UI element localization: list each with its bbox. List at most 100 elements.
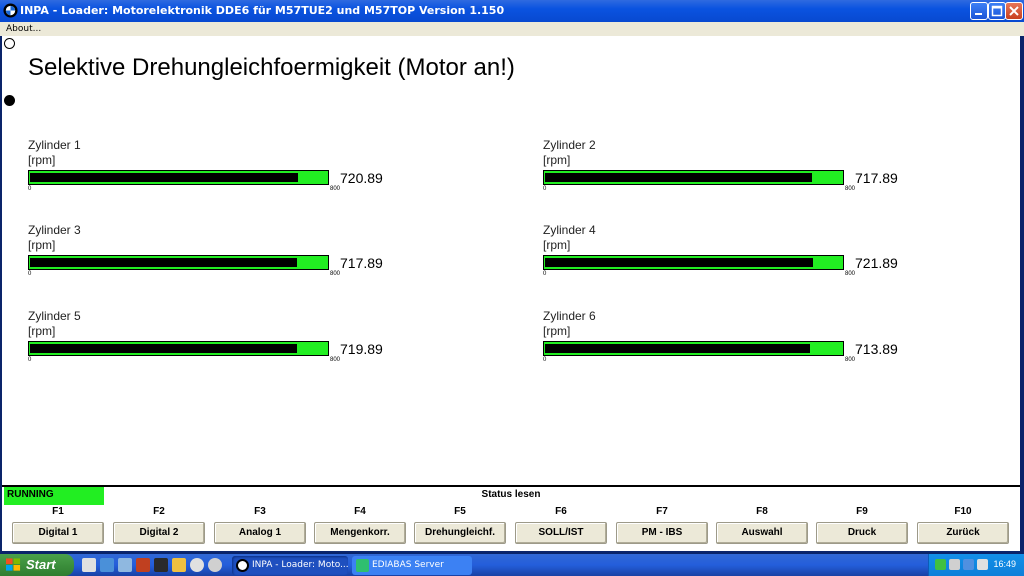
- quicklaunch-bmw-icon[interactable]: [190, 558, 204, 572]
- task-inpa[interactable]: INPA - Loader: Moto...: [232, 556, 348, 575]
- close-button[interactable]: [1005, 2, 1023, 20]
- cylinder-unit: [rpm]: [543, 238, 571, 252]
- quicklaunch-folder-icon[interactable]: [172, 558, 186, 572]
- window-title: INPA - Loader: Motorelektronik DDE6 für …: [20, 4, 505, 17]
- gauge-min-label: 0: [28, 357, 32, 363]
- cylinder-value: 717.89: [855, 170, 898, 186]
- gauge-bar: [543, 255, 844, 270]
- ediabas-icon: [356, 559, 369, 572]
- fkey-label-f1: F1: [52, 506, 64, 517]
- gauge-max-label: 800: [845, 357, 856, 363]
- cylinder-value: 720.89: [340, 170, 383, 186]
- filled-indicator-circle: [4, 95, 15, 106]
- start-label: Start: [26, 557, 56, 572]
- quicklaunch-bmw2-icon[interactable]: [208, 558, 222, 572]
- gauge-bar: [543, 341, 844, 356]
- taskbar: Start INPA - Loader: Moto... EDIABAS Ser…: [0, 554, 1024, 576]
- bmw-logo-icon: [3, 3, 18, 18]
- gauge-fill: [30, 173, 298, 182]
- cylinder-label: Zylinder 2: [543, 138, 596, 152]
- fkey-label-f4: F4: [354, 506, 366, 517]
- inpa-window: INPA - Loader: Motorelektronik DDE6 für …: [0, 0, 1024, 554]
- maximize-icon: [991, 5, 1003, 17]
- display-icon[interactable]: [963, 559, 974, 570]
- network-icon[interactable]: [935, 559, 946, 570]
- cylinder-unit: [rpm]: [543, 153, 571, 167]
- menu-bar: About...: [0, 22, 1024, 36]
- gauge-fill: [545, 258, 813, 267]
- task-ediabas-label: EDIABAS Server: [372, 560, 444, 570]
- cylinder-label: Zylinder 5: [28, 309, 81, 323]
- quicklaunch-app-icon[interactable]: [154, 558, 168, 572]
- gauge-max-label: 800: [845, 186, 856, 192]
- menu-about[interactable]: About...: [6, 24, 41, 34]
- drehungleichf-button[interactable]: Drehungleichf.: [414, 522, 506, 544]
- client-area: Selektive Drehungleichfoermigkeit (Motor…: [2, 36, 1020, 551]
- digital-2-button[interactable]: Digital 2: [113, 522, 205, 544]
- close-icon: [1009, 6, 1019, 16]
- page-title: Selektive Drehungleichfoermigkeit (Motor…: [28, 54, 515, 81]
- gauge-min-label: 0: [543, 271, 547, 277]
- fkey-label-f8: F8: [756, 506, 768, 517]
- usb-icon[interactable]: [949, 559, 960, 570]
- gauge-bar: [28, 341, 329, 356]
- bmw-logo-icon: [236, 559, 249, 572]
- zurueck-button[interactable]: Zurück: [917, 522, 1009, 544]
- gauge-fill: [545, 173, 812, 182]
- quicklaunch-ie-icon[interactable]: [100, 558, 114, 572]
- pm-ibs-button[interactable]: PM - IBS: [616, 522, 708, 544]
- volume-icon[interactable]: [977, 559, 988, 570]
- quicklaunch-desktop-icon[interactable]: [82, 558, 96, 572]
- cylinder-value: 717.89: [340, 255, 383, 271]
- gauge-min-label: 0: [28, 271, 32, 277]
- gauge-fill: [30, 258, 297, 267]
- cylinder-unit: [rpm]: [543, 324, 571, 338]
- cylinder-unit: [rpm]: [28, 324, 56, 338]
- cylinder-unit: [rpm]: [28, 238, 56, 252]
- gauge-bar: [28, 170, 329, 185]
- title-bar[interactable]: INPA - Loader: Motorelektronik DDE6 für …: [0, 0, 1024, 22]
- gauge-bar: [28, 255, 329, 270]
- cylinder-4-gauge: Zylinder 4 [rpm] 721.89 0 800: [543, 223, 913, 283]
- cylinder-6-gauge: Zylinder 6 [rpm] 713.89 0 800: [543, 309, 913, 369]
- fkey-label-f2: F2: [153, 506, 165, 517]
- system-tray: 16:49: [928, 554, 1024, 576]
- gauge-min-label: 0: [28, 186, 32, 192]
- gauge-max-label: 800: [845, 271, 856, 277]
- gauge-max-label: 800: [330, 357, 341, 363]
- cylinder-value: 721.89: [855, 255, 898, 271]
- start-button[interactable]: Start: [0, 554, 74, 576]
- cylinder-3-gauge: Zylinder 3 [rpm] 717.89 0 800: [28, 223, 398, 283]
- minimize-button[interactable]: [970, 2, 988, 20]
- analog-1-button[interactable]: Analog 1: [214, 522, 306, 544]
- empty-indicator-circle: [4, 38, 15, 49]
- fkey-label-f6: F6: [555, 506, 567, 517]
- quicklaunch-media-icon[interactable]: [136, 558, 150, 572]
- druck-button[interactable]: Druck: [816, 522, 908, 544]
- fkey-label-f10: F10: [954, 506, 972, 517]
- cylinder-label: Zylinder 1: [28, 138, 81, 152]
- fkey-label-f9: F9: [856, 506, 868, 517]
- gauge-bar: [543, 170, 844, 185]
- cylinder-label: Zylinder 4: [543, 223, 596, 237]
- clock: 16:49: [993, 559, 1016, 569]
- fkey-label-f5: F5: [454, 506, 466, 517]
- quicklaunch-explorer-icon[interactable]: [118, 558, 132, 572]
- gauge-min-label: 0: [543, 357, 547, 363]
- cylinder-2-gauge: Zylinder 2 [rpm] 717.89 0 800: [543, 138, 913, 198]
- task-inpa-label: INPA - Loader: Moto...: [252, 560, 348, 570]
- auswahl-button[interactable]: Auswahl: [716, 522, 808, 544]
- gauge-max-label: 800: [330, 271, 341, 277]
- gauge-max-label: 800: [330, 186, 341, 192]
- task-ediabas[interactable]: EDIABAS Server: [352, 556, 472, 575]
- cylinder-5-gauge: Zylinder 5 [rpm] 719.89 0 800: [28, 309, 398, 369]
- mengenkorr-button[interactable]: Mengenkorr.: [314, 522, 406, 544]
- cylinder-label: Zylinder 3: [28, 223, 81, 237]
- maximize-button[interactable]: [988, 2, 1006, 20]
- cylinder-unit: [rpm]: [28, 153, 56, 167]
- soll-ist-button[interactable]: SOLL/IST: [515, 522, 607, 544]
- gauge-min-label: 0: [543, 186, 547, 192]
- digital-1-button[interactable]: Digital 1: [12, 522, 104, 544]
- status-separator: [2, 485, 1020, 487]
- fkey-label-f3: F3: [254, 506, 266, 517]
